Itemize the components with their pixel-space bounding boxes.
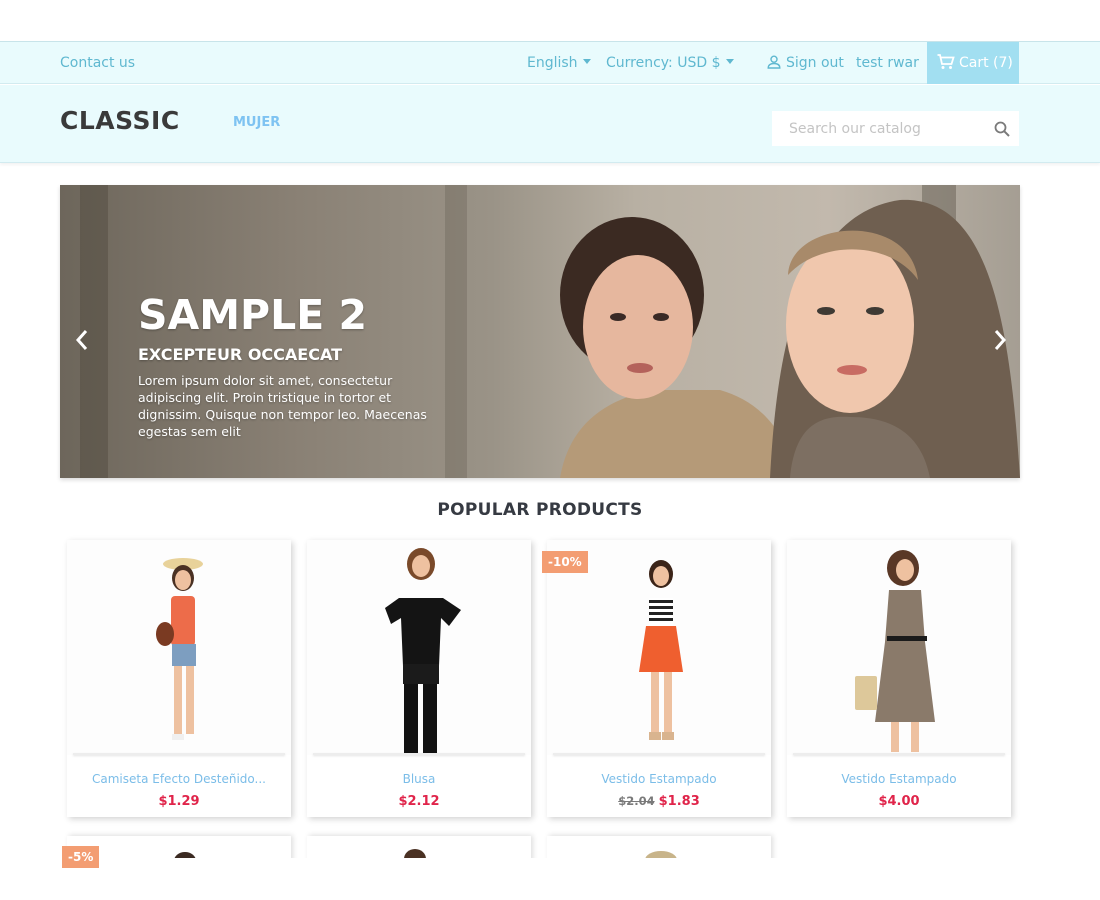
slide-subtitle: EXCEPTEUR OCCAECAT — [138, 345, 343, 364]
sign-out-link[interactable]: Sign out — [767, 55, 844, 71]
main-header: CLASSIC MUJER — [0, 85, 1100, 163]
product-name[interactable]: Camiseta Efecto Desteñido... — [67, 772, 291, 786]
slide-image-models — [560, 199, 1020, 478]
search-icon[interactable] — [994, 121, 1010, 137]
chevron-left-icon[interactable] — [74, 328, 90, 352]
product-image[interactable] — [67, 540, 291, 755]
hero-carousel[interactable]: SAMPLE 2 EXCEPTEUR OCCAECAT Lorem ipsum … — [60, 185, 1020, 478]
product-price-row: $4.00 — [787, 794, 1011, 809]
slide-title: SAMPLE 2 — [138, 291, 368, 339]
search-input[interactable] — [772, 111, 987, 146]
currency-selector[interactable]: Currency: USD $ — [606, 55, 734, 71]
product-name[interactable]: Vestido Estampado — [787, 772, 1011, 786]
account-link[interactable]: test rwar — [856, 55, 919, 71]
product-photo-model — [855, 550, 935, 752]
caret-down-icon — [582, 59, 591, 64]
product-price: $2.12 — [398, 794, 440, 809]
language-label: English — [527, 55, 578, 71]
product-name[interactable]: Blusa — [307, 772, 531, 786]
product-image[interactable] — [307, 540, 531, 755]
language-selector[interactable]: English — [527, 55, 591, 71]
caret-down-icon — [725, 59, 734, 64]
viewport-cutoff — [0, 858, 1100, 900]
cart-icon — [937, 54, 955, 69]
divider — [73, 753, 285, 755]
search-widget — [772, 111, 1019, 146]
section-title: POPULAR PRODUCTS — [437, 500, 643, 520]
sign-out-label: Sign out — [786, 55, 844, 71]
product-price: $1.83 — [658, 794, 700, 809]
product-price-row: $1.29 — [67, 794, 291, 809]
shop-logo[interactable]: CLASSIC — [60, 106, 180, 135]
top-nav-bar: Contact us English Currency: USD $ Sign … — [0, 41, 1100, 84]
product-card[interactable]: Vestido Estampado $4.00 — [787, 540, 1011, 817]
product-old-price: $2.04 — [618, 794, 655, 808]
product-card[interactable]: Vestido Estampado $2.04 $1.83 — [547, 540, 771, 817]
product-price-row: $2.12 — [307, 794, 531, 809]
product-price: $4.00 — [878, 794, 920, 809]
product-price-row: $2.04 $1.83 — [547, 794, 771, 809]
background-tree — [445, 185, 467, 478]
product-photo-model — [639, 560, 683, 740]
chevron-right-icon[interactable] — [992, 328, 1008, 352]
discount-badge: -5% — [62, 846, 100, 868]
product-photo-model — [385, 548, 461, 754]
cart-label: Cart (7) — [959, 55, 1013, 71]
slide-description: Lorem ipsum dolor sit amet, consectetur … — [138, 373, 427, 439]
menu-item-mujer[interactable]: MUJER — [233, 115, 280, 130]
divider — [553, 753, 765, 755]
product-image[interactable] — [787, 540, 1011, 755]
currency-label: Currency: USD $ — [606, 55, 721, 71]
user-icon — [767, 55, 781, 69]
product-card[interactable]: Blusa $2.12 — [307, 540, 531, 817]
product-photo-model — [156, 558, 203, 740]
discount-badge: -10% — [542, 551, 588, 573]
divider — [313, 753, 525, 755]
product-name[interactable]: Vestido Estampado — [547, 772, 771, 786]
contact-us-link[interactable]: Contact us — [60, 55, 135, 71]
cart-button[interactable]: Cart (7) — [927, 42, 1019, 84]
product-card[interactable]: Camiseta Efecto Desteñido... $1.29 — [67, 540, 291, 817]
product-price: $1.29 — [158, 794, 200, 809]
divider — [793, 753, 1005, 755]
